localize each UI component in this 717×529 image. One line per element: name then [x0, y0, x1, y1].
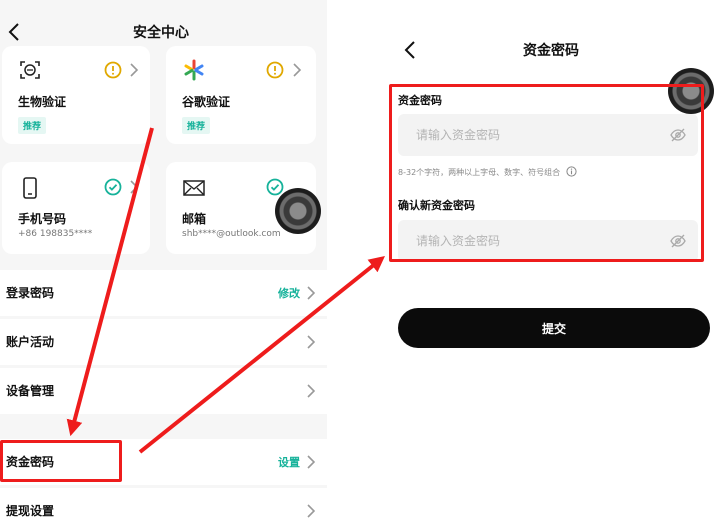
- envelope-icon: [183, 180, 205, 196]
- row-label: 提现设置: [6, 504, 55, 518]
- google-authenticator-icon: [184, 59, 204, 81]
- biometric-card[interactable]: 生物验证 推荐: [2, 46, 150, 144]
- row-label: 登录密码: [6, 286, 55, 300]
- back-button[interactable]: [400, 38, 420, 62]
- touch-indicator: [275, 188, 321, 234]
- email-address: shb****@outlook.com: [182, 229, 281, 239]
- warning-icon: [266, 61, 284, 79]
- chevron-right-icon: [307, 504, 315, 518]
- check-icon: [104, 178, 122, 196]
- row-login-password[interactable]: 登录密码 修改: [0, 270, 327, 316]
- card-title: 生物验证: [18, 95, 67, 109]
- back-button[interactable]: [4, 20, 24, 44]
- warning-icon: [104, 61, 122, 79]
- chevron-right-icon: [307, 335, 315, 349]
- chevron-left-icon: [8, 23, 19, 41]
- recommend-badge: 推荐: [182, 117, 211, 134]
- phone-number: +86 198835****: [18, 229, 93, 239]
- phone-card[interactable]: 手机号码 +86 198835****: [2, 162, 150, 254]
- chevron-right-icon: [293, 63, 302, 77]
- set-link[interactable]: 设置: [278, 454, 300, 470]
- card-title: 谷歌验证: [182, 95, 231, 109]
- chevron-right-icon: [130, 63, 139, 77]
- highlight-box-fund-password-form: [389, 84, 704, 262]
- chevron-right-icon: [307, 286, 315, 300]
- row-account-activity[interactable]: 账户活动: [0, 319, 327, 365]
- face-scan-icon: [20, 61, 40, 79]
- phone-icon: [23, 177, 37, 199]
- row-device-management[interactable]: 设备管理: [0, 368, 327, 414]
- card-title: 手机号码: [18, 212, 67, 226]
- chevron-right-icon: [307, 384, 315, 398]
- submit-button[interactable]: 提交: [398, 308, 710, 348]
- page-title: 安全中心: [133, 25, 189, 41]
- row-withdraw-settings[interactable]: 提现设置: [0, 488, 327, 529]
- row-label: 设备管理: [6, 384, 55, 398]
- recommend-badge: 推荐: [18, 117, 47, 134]
- highlight-box-fund-password-row: [0, 440, 122, 482]
- modify-link[interactable]: 修改: [278, 285, 300, 301]
- page-title: 资金密码: [523, 43, 579, 59]
- fund-password-screen: 资金密码 资金密码 8-32个字符，两种以上字母、数字、符号组合 确认新资金密码…: [388, 0, 717, 529]
- chevron-right-icon: [130, 180, 139, 194]
- card-title: 邮箱: [182, 212, 207, 226]
- google-auth-card[interactable]: 谷歌验证 推荐: [166, 46, 316, 144]
- row-label: 账户活动: [6, 335, 55, 349]
- chevron-left-icon: [404, 41, 415, 59]
- chevron-right-icon: [307, 455, 315, 469]
